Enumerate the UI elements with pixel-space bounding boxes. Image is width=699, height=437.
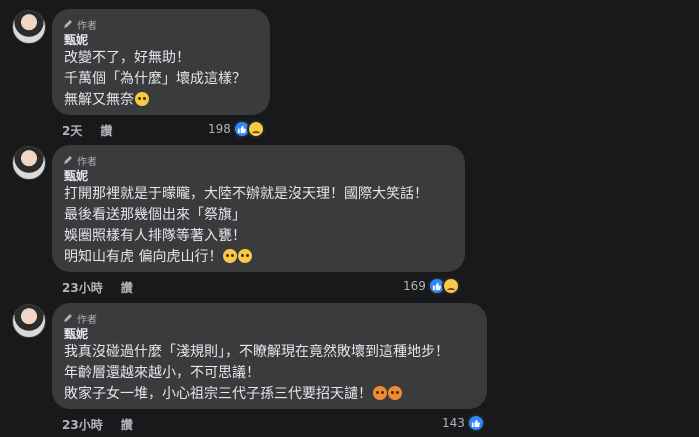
pencil-icon [64, 314, 72, 322]
reaction-count: 143 [442, 416, 465, 430]
comment-bubble: 作者 甄妮 打開那裡就是于曚矓，大陸不辦就是沒天理！國際大笑話！ 最後看送那幾個… [52, 145, 465, 272]
reaction-summary[interactable]: 143 [442, 414, 485, 432]
flushed-emoji-icon [135, 92, 149, 106]
reaction-summary[interactable]: 198 [208, 120, 265, 138]
avatar[interactable] [12, 146, 46, 180]
comment-line-text: 無解又無奈 [64, 92, 134, 108]
reaction-count: 169 [403, 279, 426, 293]
comment-meta: 2天 讚 [62, 122, 112, 139]
commenter-name[interactable]: 甄妮 [64, 33, 258, 48]
author-tag: 作者 [77, 314, 97, 326]
author-badge: 作者 [62, 311, 475, 326]
comment-line: 年齡層還越來越小，不可思議！ [64, 365, 260, 381]
comment-line: 改變不了，好無助！ [64, 50, 190, 66]
comment-line: 千萬個「為什麼」壞成這樣？ [64, 71, 246, 87]
comment-line: 無解又無奈 [64, 90, 258, 111]
like-reaction-icon [466, 414, 485, 432]
scream-emoji-icon [238, 249, 253, 263]
comment-line: 我真沒碰過什麼「淺規則」，不瞭解現在竟然敗壞到這種地步！ [64, 344, 449, 360]
timestamp[interactable]: 23小時 [62, 279, 103, 296]
like-link[interactable]: 讚 [100, 122, 112, 139]
sad-reaction-icon [441, 277, 460, 295]
author-tag: 作者 [77, 156, 97, 168]
author-tag: 作者 [77, 20, 97, 32]
reaction-count: 198 [208, 122, 231, 136]
author-badge: 作者 [62, 153, 453, 168]
comment-line: 娛圈照樣有人排隊等著入甕！ [64, 228, 246, 244]
comment-bubble: 作者 甄妮 我真沒碰過什麼「淺規則」，不瞭解現在竟然敗壞到這種地步！ 年齡層還越… [52, 303, 487, 409]
avatar[interactable] [12, 10, 46, 44]
timestamp[interactable]: 23小時 [62, 416, 103, 433]
reaction-summary[interactable]: 169 [403, 277, 460, 295]
comment-meta: 23小時 讚 [62, 279, 133, 296]
angry-emoji-icon [388, 386, 402, 400]
comment-line-text: 明知山有虎 偏向虎山行！ [64, 249, 223, 265]
comment-line-text: 敗家子女一堆，小心祖宗三代子孫三代要招天譴！ [64, 386, 372, 402]
comment-line: 敗家子女一堆，小心祖宗三代子孫三代要招天譴！ [64, 384, 475, 405]
comment-bubble: 作者 甄妮 改變不了，好無助！ 千萬個「為什麼」壞成這樣？ 無解又無奈 [52, 9, 270, 115]
angry-emoji-icon [373, 386, 387, 400]
like-link[interactable]: 讚 [121, 279, 133, 296]
commenter-name[interactable]: 甄妮 [64, 327, 475, 342]
pencil-icon [64, 20, 72, 28]
sad-reaction-icon [246, 120, 265, 138]
avatar[interactable] [12, 304, 46, 338]
comment-line: 明知山有虎 偏向虎山行！ [64, 247, 453, 268]
like-link[interactable]: 讚 [121, 416, 133, 433]
commenter-name[interactable]: 甄妮 [64, 169, 453, 184]
comment-meta: 23小時 讚 [62, 416, 133, 433]
comment-line: 打開那裡就是于曚矓，大陸不辦就是沒天理！國際大笑話！ [64, 186, 428, 202]
timestamp[interactable]: 2天 [62, 122, 82, 139]
pencil-icon [64, 156, 72, 164]
comment-line: 最後看送那幾個出來「祭旗」 [64, 207, 246, 223]
author-badge: 作者 [62, 17, 258, 32]
scream-emoji-icon [223, 249, 238, 263]
